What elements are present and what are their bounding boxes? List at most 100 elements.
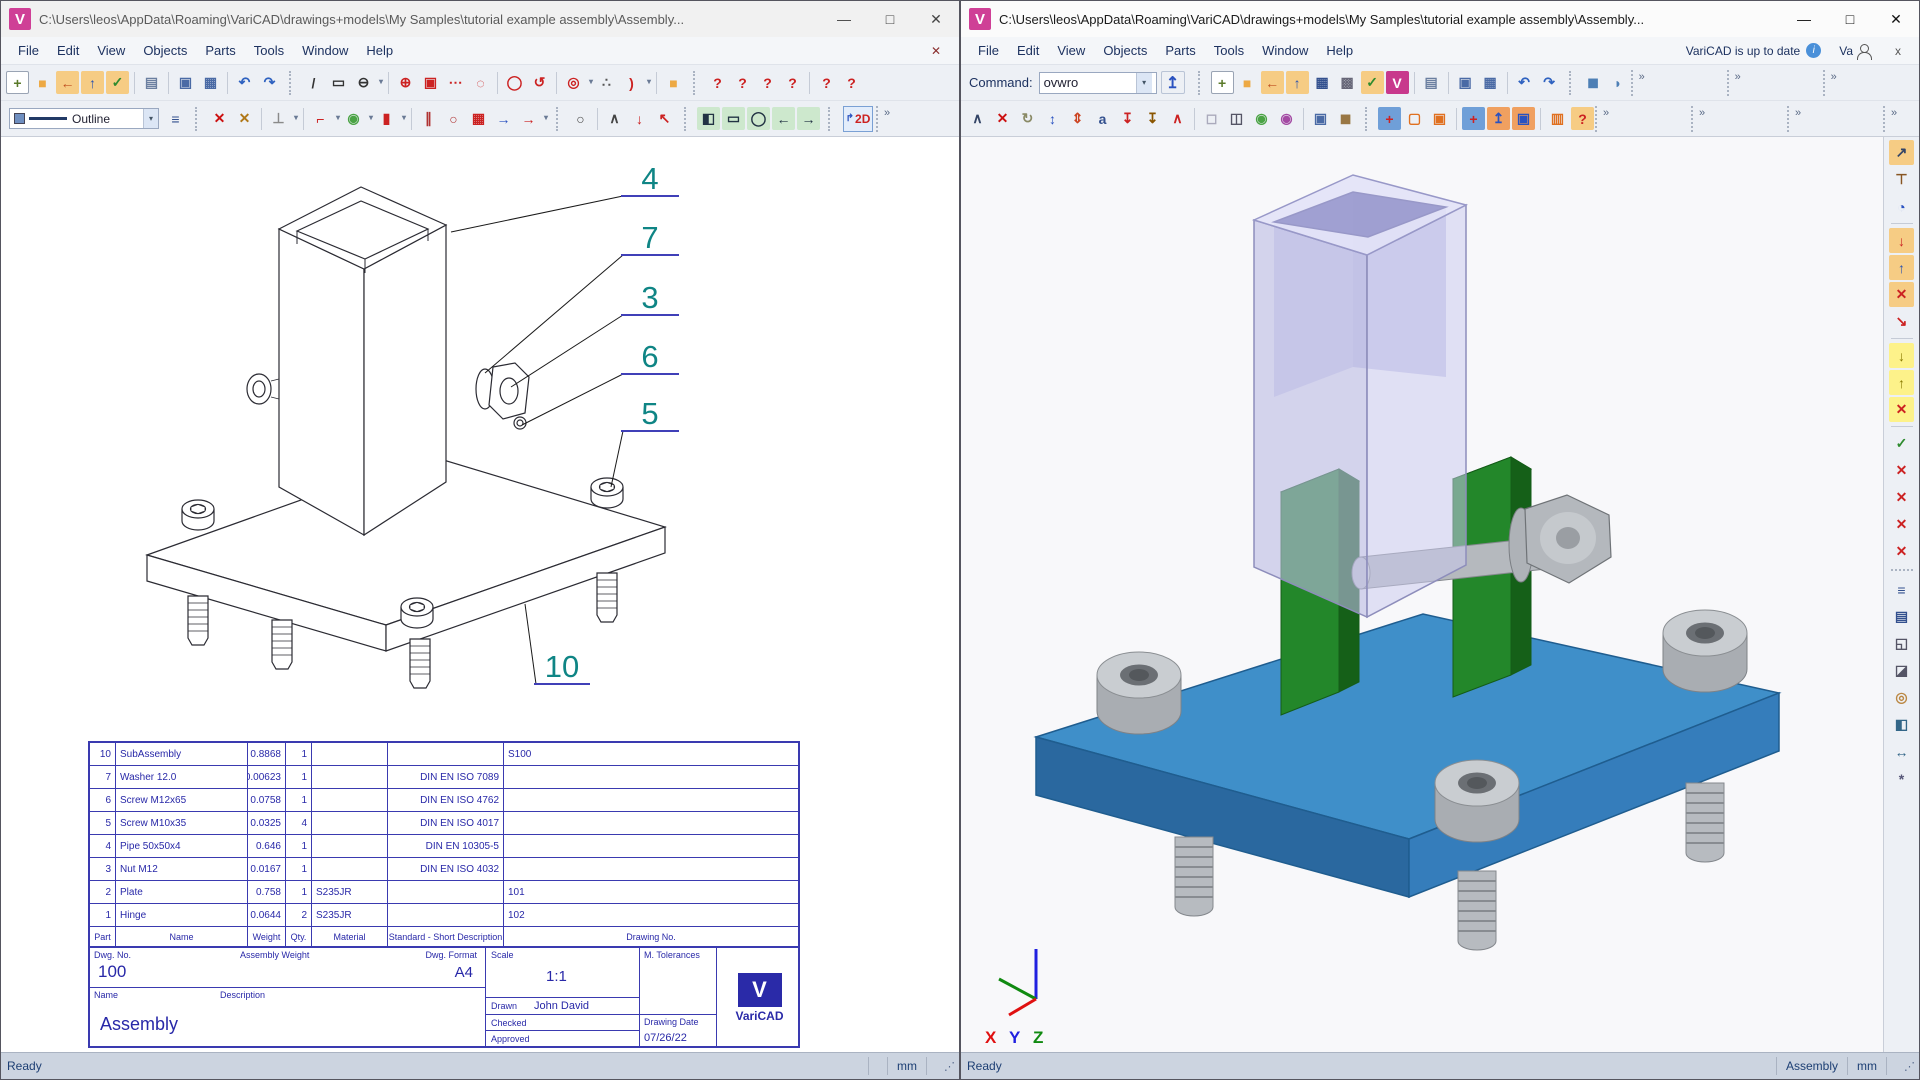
minimize-button[interactable]: — [1781, 1, 1827, 37]
section-view-icon[interactable]: ◧ [1889, 712, 1914, 737]
ellipse-bold-icon[interactable]: ◯ [503, 71, 526, 94]
solid-sphere-icon[interactable]: ◗ [1607, 71, 1630, 94]
menu-objects[interactable]: Objects [1094, 40, 1156, 61]
view-iso-icon[interactable]: ◪ [1889, 658, 1914, 683]
maximize-button[interactable]: □ [1827, 1, 1873, 37]
print-icon[interactable]: ▤ [140, 71, 163, 94]
menu-help[interactable]: Help [1317, 40, 1362, 61]
line-style-combo[interactable]: Outline ▾ [9, 108, 159, 129]
select-points-icon[interactable]: ∧ [1166, 107, 1189, 130]
polyline-icon[interactable]: ∧ [603, 107, 626, 130]
resize-grip[interactable]: ⋰ [1904, 1060, 1913, 1073]
menu-window[interactable]: Window [293, 40, 357, 61]
move-solid-icon[interactable]: ↕ [1041, 107, 1064, 130]
ellipse-tool-icon[interactable]: ○ [569, 107, 592, 130]
snap-corner-icon[interactable]: ↖ [653, 107, 676, 130]
save-as-icon[interactable]: ▩ [1336, 71, 1359, 94]
delete-note-icon[interactable]: ✕ [1889, 397, 1914, 422]
toolbar-overflow[interactable]: » [1823, 70, 1915, 96]
wireframe-solid-icon[interactable]: ◫ [1225, 107, 1248, 130]
insert-note-icon[interactable]: ↓ [1889, 343, 1914, 368]
delete-solid-file-icon[interactable]: ✕ [1889, 282, 1914, 307]
pages-icon[interactable]: ▥ [1546, 107, 1569, 130]
view-standard-icon[interactable]: ◱ [1889, 631, 1914, 656]
view-export-icon[interactable]: ↥ [1487, 107, 1510, 130]
zoom-window-icon[interactable]: ▭ [722, 107, 745, 130]
model-canvas-3d[interactable]: X Y Z [961, 137, 1883, 1052]
document-close-icon[interactable]: x [1885, 44, 1911, 58]
toolbar-overflow[interactable]: » [1631, 70, 1727, 96]
new-file-icon[interactable]: + [1211, 71, 1234, 94]
user-icon[interactable] [1855, 43, 1871, 59]
zoom-forward-icon[interactable]: → [797, 107, 820, 130]
change-format-icon-dropdown[interactable]: ▾ [402, 113, 406, 122]
menu-edit[interactable]: Edit [48, 40, 88, 61]
render-icon[interactable]: ◎ [1889, 685, 1914, 710]
palette-icon[interactable]: ◉ [1250, 107, 1273, 130]
open-drawing-icon[interactable]: ■ [31, 71, 54, 94]
circle-dashed-icon[interactable]: ◌ [469, 71, 492, 94]
menu-tools[interactable]: Tools [1205, 40, 1253, 61]
toolbar-overflow[interactable]: » [1727, 70, 1823, 96]
zoom-back-icon[interactable]: ← [772, 107, 795, 130]
change-format-icon[interactable]: ▮▾ [375, 107, 398, 130]
import-file-icon[interactable]: ← [1261, 71, 1284, 94]
document-close-icon[interactable]: ✕ [921, 44, 951, 58]
circle-holes-icon[interactable]: ◎▾ [562, 71, 585, 94]
close-button[interactable]: ✕ [1873, 1, 1919, 37]
solid-box-icon[interactable]: ◼ [1582, 71, 1605, 94]
menu-file[interactable]: File [969, 40, 1008, 61]
varicad-viewer-icon[interactable]: V [1386, 71, 1409, 94]
copy-block-icon[interactable]: →▾ [517, 107, 540, 130]
select-solid-icon[interactable]: ∧ [966, 107, 989, 130]
export-solid-icon[interactable]: ↑ [1889, 255, 1914, 280]
object-info-icon[interactable]: ? [815, 71, 838, 94]
assembly-break-3-icon[interactable]: ✕ [1889, 512, 1914, 537]
align-solid-icon[interactable]: ⇕ [1066, 107, 1089, 130]
arc-icon-dropdown[interactable]: ▾ [647, 77, 651, 86]
save-check-icon[interactable]: ✓ [1361, 71, 1384, 94]
rotate-solid-icon[interactable]: ↻ [1016, 107, 1039, 130]
copy-paste-icon[interactable]: ▦ [199, 71, 222, 94]
command-input[interactable] [1040, 73, 1136, 93]
part-list-icon[interactable]: ≡ [1889, 577, 1914, 602]
dimension-folder-icon[interactable]: ■ [662, 71, 685, 94]
solid-attributes-icon[interactable]: a [1091, 107, 1114, 130]
resize-grip[interactable]: ⋰ [944, 1060, 953, 1073]
circle-axis-icon[interactable]: ⊖▾ [352, 71, 375, 94]
palette-alt-icon[interactable]: ◉ [1275, 107, 1298, 130]
menu-view[interactable]: View [1048, 40, 1094, 61]
menu-view[interactable]: View [88, 40, 134, 61]
new-drawing-icon[interactable]: + [6, 71, 29, 94]
axis-dots-icon[interactable]: ⋯ [444, 71, 467, 94]
command-run-icon[interactable]: ↥ [1161, 71, 1185, 94]
trim-icon-dropdown[interactable]: ▾ [294, 113, 298, 122]
view-update-icon[interactable]: + [1462, 107, 1485, 130]
copy-block-icon-dropdown[interactable]: ▾ [544, 113, 548, 122]
insert-file-icon[interactable]: ↑ [1286, 71, 1309, 94]
view-frame-icon[interactable]: ▣ [1512, 107, 1535, 130]
orbit-view-icon[interactable]: ◔ [1889, 194, 1914, 219]
move-block-icon[interactable]: → [492, 107, 515, 130]
switch-2d-3d-button[interactable]: ↱2D [843, 106, 873, 132]
delete-solid-icon[interactable]: ✕ [991, 107, 1014, 130]
chevron-down-icon[interactable]: ▾ [143, 109, 158, 128]
maximize-button[interactable]: □ [867, 1, 913, 37]
menu-file[interactable]: File [9, 40, 48, 61]
solid-library-icon[interactable]: ◼ [1334, 107, 1357, 130]
toolbar-overflow[interactable]: » [1691, 106, 1787, 132]
redo-icon[interactable]: ↷ [258, 71, 281, 94]
arc-icon[interactable]: )▾ [620, 71, 643, 94]
zoom-page-icon[interactable]: ◧ [697, 107, 720, 130]
export-note-icon[interactable]: ↑ [1889, 370, 1914, 395]
attributes-palette-icon-dropdown[interactable]: ▾ [369, 113, 373, 122]
menu-parts[interactable]: Parts [1156, 40, 1204, 61]
measure-length-icon[interactable]: ? [706, 71, 729, 94]
replace-solid-icon[interactable]: ↘ [1889, 309, 1914, 334]
menu-parts[interactable]: Parts [196, 40, 244, 61]
view-box-icon[interactable]: ▣ [1428, 107, 1451, 130]
import-icon[interactable]: ← [56, 71, 79, 94]
center-cross-icon[interactable]: ⊕ [394, 71, 417, 94]
undo-icon[interactable]: ↶ [1513, 71, 1536, 94]
circle-holes-icon-dropdown[interactable]: ▾ [589, 77, 593, 86]
